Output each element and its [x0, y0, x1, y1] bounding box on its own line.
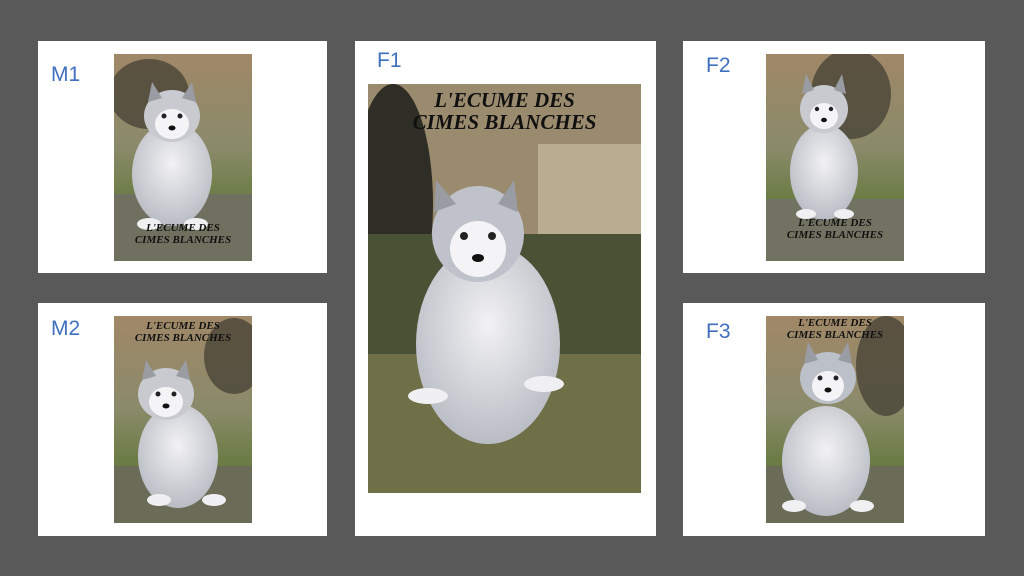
- watermark-line: L'ECUME DES: [434, 88, 575, 112]
- kennel-watermark: L'ECUME DES CIMES BLANCHES: [114, 222, 252, 246]
- puppy-photo: L'ECUME DES CIMES BLANCHES: [114, 54, 252, 261]
- card-label: F2: [706, 54, 731, 77]
- watermark-line: CIMES BLANCHES: [134, 233, 232, 246]
- card-label: F3: [706, 320, 731, 343]
- card-label: M1: [51, 63, 81, 86]
- puppy-photo: L'ECUME DES CIMES BLANCHES: [766, 316, 904, 523]
- puppy-card-f1[interactable]: F1 L'ECUME DES CIMES BLANCHES: [355, 41, 656, 536]
- kennel-watermark: L'ECUME DES CIMES BLANCHES: [766, 217, 904, 241]
- puppy-card-f3[interactable]: F3 L'ECUME DES CIMES BLANCHES: [683, 303, 985, 536]
- watermark-line: L'ECUME DES: [798, 217, 872, 229]
- watermark-line: CIMES BLANCHES: [134, 331, 232, 344]
- card-label: M2: [51, 317, 81, 340]
- watermark-line: L'ECUME DES: [146, 222, 220, 234]
- watermark-line: L'ECUME DES: [146, 320, 220, 332]
- card-label: F1: [377, 49, 402, 72]
- kennel-watermark: L'ECUME DES CIMES BLANCHES: [114, 320, 252, 344]
- watermark-line: CIMES BLANCHES: [412, 110, 597, 135]
- puppy-photo: L'ECUME DES CIMES BLANCHES: [114, 316, 252, 523]
- kennel-watermark: L'ECUME DES CIMES BLANCHES: [368, 89, 641, 133]
- kennel-watermark: L'ECUME DES CIMES BLANCHES: [766, 317, 904, 341]
- puppy-photo: L'ECUME DES CIMES BLANCHES: [766, 54, 904, 261]
- puppy-card-m2[interactable]: M2 L'ECUME DES CIMES BLANCHES: [38, 303, 327, 536]
- watermark-line: CIMES BLANCHES: [786, 328, 884, 341]
- puppy-card-m1[interactable]: M1 L'ECUME DES CIMES BLANCHES: [38, 41, 327, 273]
- watermark-line: CIMES BLANCHES: [786, 228, 884, 241]
- watermark-line: L'ECUME DES: [798, 317, 872, 329]
- puppy-photo: L'ECUME DES CIMES BLANCHES: [368, 84, 641, 493]
- puppy-card-f2[interactable]: F2 L'ECUME DES CIMES BLANCHES: [683, 41, 985, 273]
